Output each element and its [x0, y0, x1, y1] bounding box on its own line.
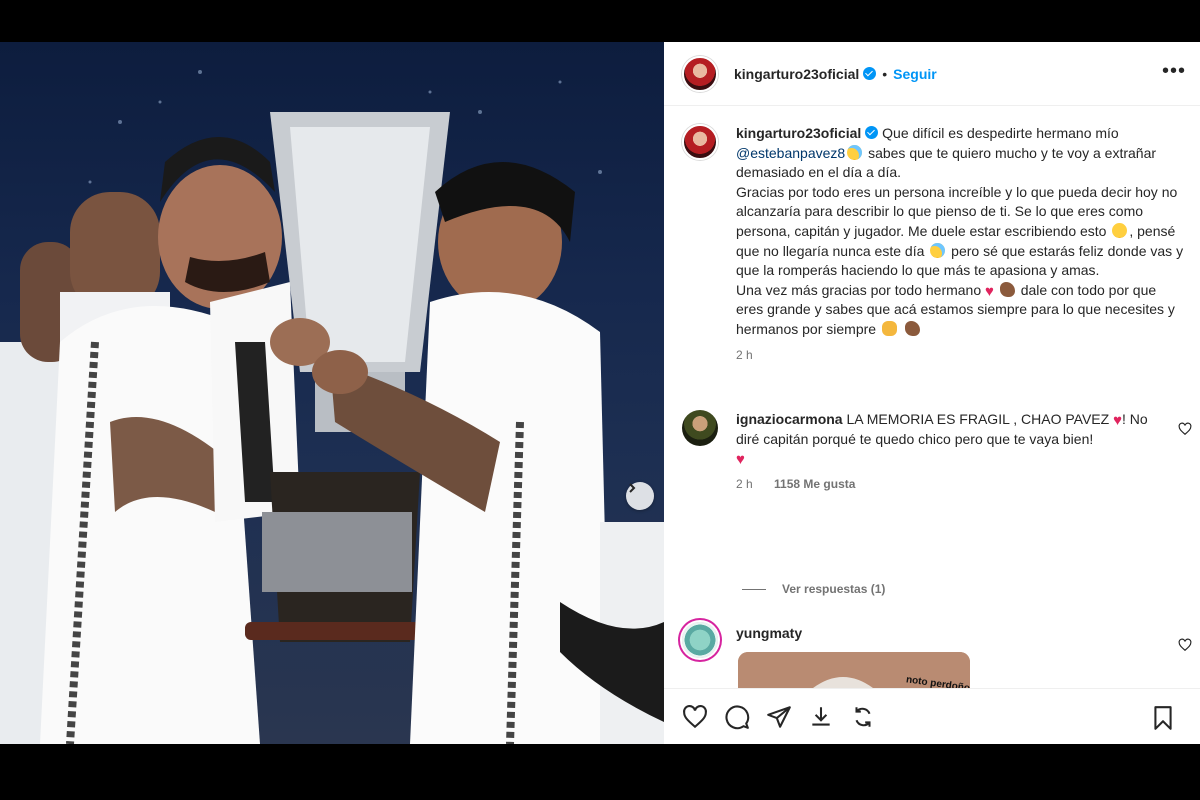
download-icon: [812, 706, 830, 726]
comment-icon: [725, 704, 750, 729]
comment-button[interactable]: [724, 704, 750, 730]
heart-emoji-icon: ♥: [736, 451, 745, 469]
comment-text-1: LA MEMORIA ES FRAGIL , CHAO PAVEZ: [846, 411, 1110, 427]
bookmark-icon: [1154, 706, 1172, 730]
commenter-avatar[interactable]: [682, 410, 718, 446]
paper-plane-icon: [767, 705, 791, 728]
comment-text-2: !: [1121, 411, 1126, 427]
follow-button[interactable]: Seguir: [893, 66, 937, 82]
comment-likes[interactable]: 1158 Me gusta: [774, 477, 855, 491]
handshake-icon: [881, 320, 897, 336]
photo-illustration: [0, 70, 664, 744]
comment-body: ignaziocarmona LA MEMORIA ES FRAGIL , CH…: [736, 410, 1166, 494]
gif-illustration: noto perdoño: [738, 652, 970, 688]
crying-face-icon: [930, 242, 946, 258]
sad-face-icon: [1112, 222, 1128, 238]
mention-link[interactable]: @estebanpavez8: [736, 145, 845, 161]
commenter-username[interactable]: yungmaty: [736, 625, 802, 641]
more-options-icon[interactable]: •••: [1162, 61, 1186, 81]
caption-meta: 2 h: [736, 346, 1186, 366]
post-header: kingarturo23oficial • Seguir •••: [664, 42, 1200, 106]
caption-body: kingarturo23oficial Que difícil es despe…: [736, 124, 1186, 365]
like-comment-heart-icon[interactable]: [1178, 638, 1192, 652]
download-button[interactable]: [808, 704, 834, 730]
flexed-biceps-icon: [999, 281, 1015, 297]
verified-badge-icon: [865, 126, 879, 139]
caption-timestamp[interactable]: 2 h: [736, 348, 753, 362]
caption-text-3: Gracias por todo eres un persona increíb…: [736, 183, 1178, 239]
commenter-avatar[interactable]: [682, 622, 718, 658]
chevron-right-icon: [629, 483, 636, 493]
flexed-biceps-icon: [904, 320, 920, 336]
post-side-panel: kingarturo23oficial • Seguir ••• kingart…: [664, 42, 1200, 744]
caption-text-1: Que difícil es despedirte hermano mío: [882, 125, 1119, 141]
verified-badge-icon: [863, 67, 877, 80]
author-username[interactable]: kingarturo23oficial: [734, 66, 859, 82]
action-bar: [664, 688, 1200, 744]
post-caption: kingarturo23oficial Que difícil es despe…: [682, 124, 1192, 365]
like-button[interactable]: [682, 704, 708, 730]
comment-timestamp[interactable]: 2 h: [736, 477, 753, 491]
view-replies-label: Ver respuestas (1): [782, 582, 886, 596]
crying-face-icon: [847, 144, 863, 160]
heart-emoji-icon: ♥: [1113, 412, 1122, 429]
separator-dot: •: [882, 65, 888, 82]
comment-item: ignaziocarmona LA MEMORIA ES FRAGIL , CH…: [682, 410, 1192, 494]
author-info: kingarturo23oficial • Seguir: [734, 66, 937, 82]
carousel-next-button[interactable]: [626, 482, 654, 510]
like-comment-heart-icon[interactable]: [1178, 422, 1192, 436]
repost-icon: [855, 706, 871, 727]
top-letterbox: [0, 0, 1200, 42]
caption-text-6: Una vez más gracias por todo hermano: [736, 281, 982, 298]
post-photo: [0, 42, 664, 744]
save-button[interactable]: [1150, 705, 1176, 731]
comment-gif[interactable]: noto perdoño: [738, 652, 970, 688]
caption-avatar[interactable]: [682, 124, 718, 160]
comment-meta: 2 h 1158 Me gusta: [736, 475, 1166, 495]
bottom-letterbox: [0, 744, 1200, 800]
commenter-username[interactable]: ignaziocarmona: [736, 411, 843, 427]
repost-button[interactable]: [850, 704, 876, 730]
view-replies-button[interactable]: Ver respuestas (1): [742, 582, 885, 596]
comments-area[interactable]: kingarturo23oficial Que difícil es despe…: [664, 106, 1200, 688]
heart-emoji-icon: ♥: [985, 282, 994, 300]
caption-username[interactable]: kingarturo23oficial: [736, 125, 861, 141]
share-button[interactable]: [766, 704, 792, 730]
heart-icon: [683, 704, 707, 728]
author-avatar[interactable]: [682, 55, 718, 92]
